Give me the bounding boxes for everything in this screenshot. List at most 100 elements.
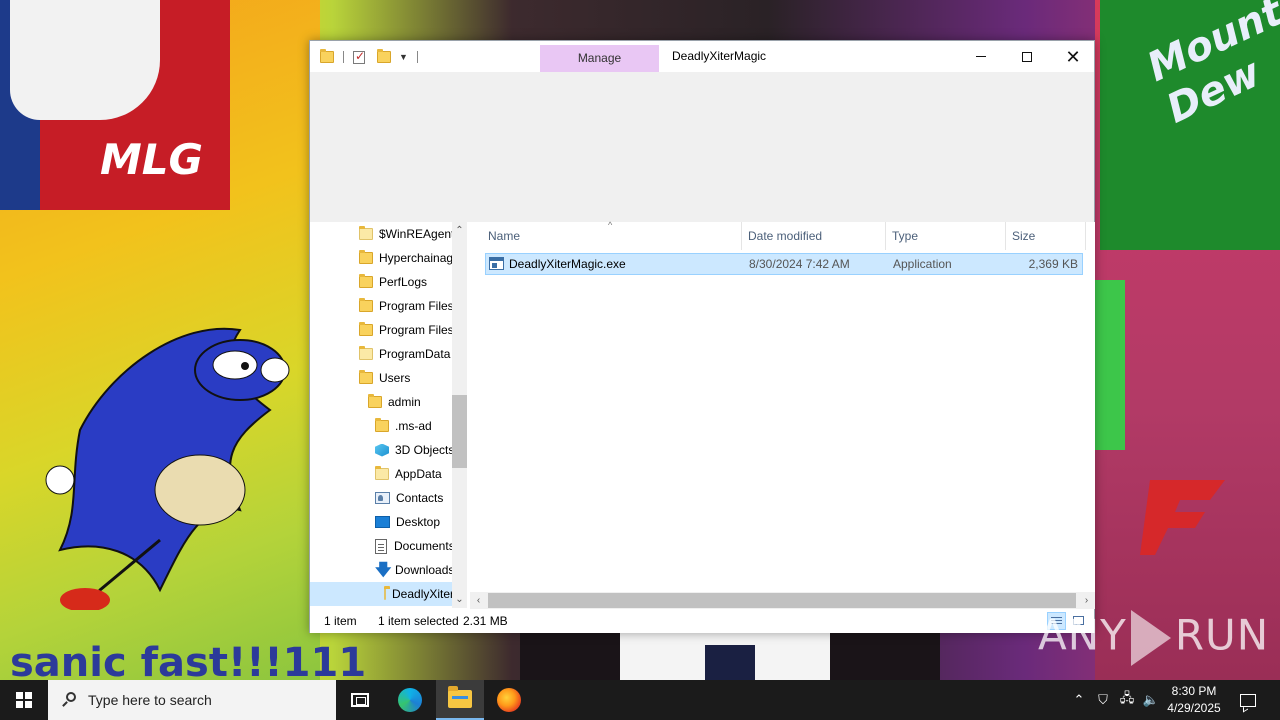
properties-icon[interactable] xyxy=(353,49,365,64)
column-header-size[interactable]: Size xyxy=(1006,222,1086,250)
chevron-up-icon: ⌃ xyxy=(1073,692,1085,707)
sonic-caption: sanic fast!!!111 xyxy=(10,640,367,680)
column-header-date-modified[interactable]: Date modified xyxy=(742,222,886,250)
file-list: ^ Name Date modified Type Size DeadlyXit… xyxy=(470,220,1095,608)
nav-item-ms-ad[interactable]: .ms-ad xyxy=(375,414,432,438)
nav-item-label: AppData xyxy=(395,467,442,481)
scroll-down-chevron-icon[interactable]: ⌄ xyxy=(452,591,467,608)
minimize-button[interactable] xyxy=(958,41,1004,72)
nav-item-deadlyxitermagic[interactable]: DeadlyXiterMagic xyxy=(310,582,467,606)
file-explorer-icon xyxy=(448,686,472,708)
nav-item-downloads[interactable]: 🡇 Downloads xyxy=(375,558,454,582)
toolbar-separator xyxy=(416,51,418,63)
selected-count: 1 item selected xyxy=(378,614,459,628)
folder-icon xyxy=(375,466,389,480)
maximize-button[interactable] xyxy=(1004,41,1050,72)
show-hidden-icons-button[interactable]: ⌃ xyxy=(1068,680,1090,720)
nav-item-label: Documents xyxy=(394,539,455,553)
nav-item-winreagent[interactable]: $WinREAgent xyxy=(359,222,454,246)
scroll-up-chevron-icon[interactable]: ⌃ xyxy=(452,222,467,239)
clock-date: 4/29/2025 xyxy=(1167,701,1221,715)
nav-item-users[interactable]: Users xyxy=(359,366,410,390)
nav-item-desktop[interactable]: Desktop xyxy=(375,510,440,534)
folder-icon xyxy=(359,298,373,312)
tab-manage[interactable]: Manage xyxy=(540,45,659,72)
nav-item-program-files-x86[interactable]: Program Files xyxy=(359,318,454,342)
task-view-button[interactable] xyxy=(336,680,384,720)
edge-taskbar-button[interactable] xyxy=(386,680,434,720)
folder-icon xyxy=(384,586,390,600)
navigation-pane: $WinREAgent Hyperchainag PerfLogs Progra… xyxy=(310,222,467,608)
taskbar-search-box[interactable]: Type here to search xyxy=(48,680,336,720)
close-button[interactable]: ✕ xyxy=(1050,41,1096,72)
nav-item-label: Hyperchainag xyxy=(379,251,454,265)
item-count: 1 item xyxy=(324,614,357,628)
scroll-right-chevron-icon[interactable]: › xyxy=(1078,592,1095,609)
title-bar[interactable]: ▼ Manage DeadlyXiterMagic ✕ xyxy=(310,41,1094,72)
search-placeholder: Type here to search xyxy=(88,692,212,708)
scrollbar-thumb[interactable] xyxy=(452,395,467,468)
selected-size: 2.31 MB xyxy=(463,614,508,628)
navigation-scrollbar[interactable]: ⌃ ⌄ xyxy=(452,222,467,608)
nav-item-label: Program Files xyxy=(379,299,454,313)
watermark-right-text: RUN xyxy=(1174,610,1270,660)
notification-icon xyxy=(1240,693,1256,707)
nav-item-perflogs[interactable]: PerfLogs xyxy=(359,270,427,294)
nav-item-admin[interactable]: admin xyxy=(368,390,421,414)
speaker-icon: 🔈 xyxy=(1142,692,1160,707)
nav-item-label: ProgramData xyxy=(379,347,451,361)
task-view-icon xyxy=(351,693,369,707)
3d-objects-icon xyxy=(375,443,389,457)
nav-item-program-files[interactable]: Program Files xyxy=(359,294,454,318)
column-header-name[interactable]: Name xyxy=(482,222,742,250)
nav-item-label: PerfLogs xyxy=(379,275,428,289)
nav-item-hyperchainag[interactable]: Hyperchainag xyxy=(359,246,453,270)
new-folder-icon[interactable] xyxy=(377,49,391,63)
minimize-icon xyxy=(976,56,986,57)
file-row[interactable]: DeadlyXiterMagic.exe 8/30/2024 7:42 AM A… xyxy=(485,253,1083,275)
desktop-icon xyxy=(375,516,390,528)
anyrun-watermark: ANY RUN xyxy=(1038,610,1269,666)
nav-item-documents[interactable]: Documents xyxy=(375,534,455,558)
scrollbar-thumb[interactable] xyxy=(488,593,1076,608)
mlg-logo-text: MLG xyxy=(100,135,204,184)
watermark-left-text: ANY xyxy=(1038,610,1127,660)
security-tray-button[interactable]: ⛉ xyxy=(1092,680,1114,720)
folder-icon xyxy=(375,418,389,432)
nav-item-label: .ms-ad xyxy=(395,419,432,433)
nav-item-label: Program Files xyxy=(379,323,454,337)
nav-item-3d-objects[interactable]: 3D Objects xyxy=(375,438,454,462)
scroll-left-chevron-icon[interactable]: ‹ xyxy=(470,592,487,609)
taskbar-clock[interactable]: 8:30 PM 4/29/2025 xyxy=(1158,683,1230,717)
firefox-taskbar-button[interactable] xyxy=(485,680,533,720)
ribbon-area xyxy=(310,72,1094,222)
wallpaper-green-stripe xyxy=(1095,280,1125,450)
nav-item-label: Downloads xyxy=(395,563,455,577)
contacts-icon xyxy=(375,492,390,504)
nav-item-programdata[interactable]: ProgramData xyxy=(359,342,450,366)
network-tray-button[interactable]: 🖧 xyxy=(1116,680,1138,720)
documents-icon xyxy=(375,538,387,554)
folder-icon xyxy=(359,370,373,384)
quick-access-toolbar: ▼ xyxy=(320,48,423,66)
nav-item-appdata[interactable]: AppData xyxy=(375,462,442,486)
horizontal-scrollbar[interactable]: ‹ › xyxy=(470,592,1095,609)
file-size: 2,369 KB xyxy=(1028,257,1078,271)
play-icon xyxy=(1130,610,1171,666)
nav-item-label: Users xyxy=(379,371,411,385)
notifications-button[interactable] xyxy=(1234,680,1262,720)
nav-item-contacts[interactable]: Contacts xyxy=(375,486,443,510)
folder-icon xyxy=(359,226,373,240)
file-type: Application xyxy=(893,257,952,271)
folder-icon xyxy=(359,250,373,264)
column-header-type[interactable]: Type xyxy=(886,222,1006,250)
network-icon: 🖧 xyxy=(1119,690,1135,705)
downloads-icon: 🡇 xyxy=(375,561,392,579)
folder-icon xyxy=(359,322,373,336)
customize-toolbar-chevron-icon[interactable]: ▼ xyxy=(399,52,408,62)
file-explorer-taskbar-button[interactable] xyxy=(436,680,484,720)
folder-icon xyxy=(320,49,334,63)
folder-icon xyxy=(359,274,373,288)
start-button[interactable] xyxy=(0,680,48,720)
nav-item-label: Contacts xyxy=(396,491,444,505)
